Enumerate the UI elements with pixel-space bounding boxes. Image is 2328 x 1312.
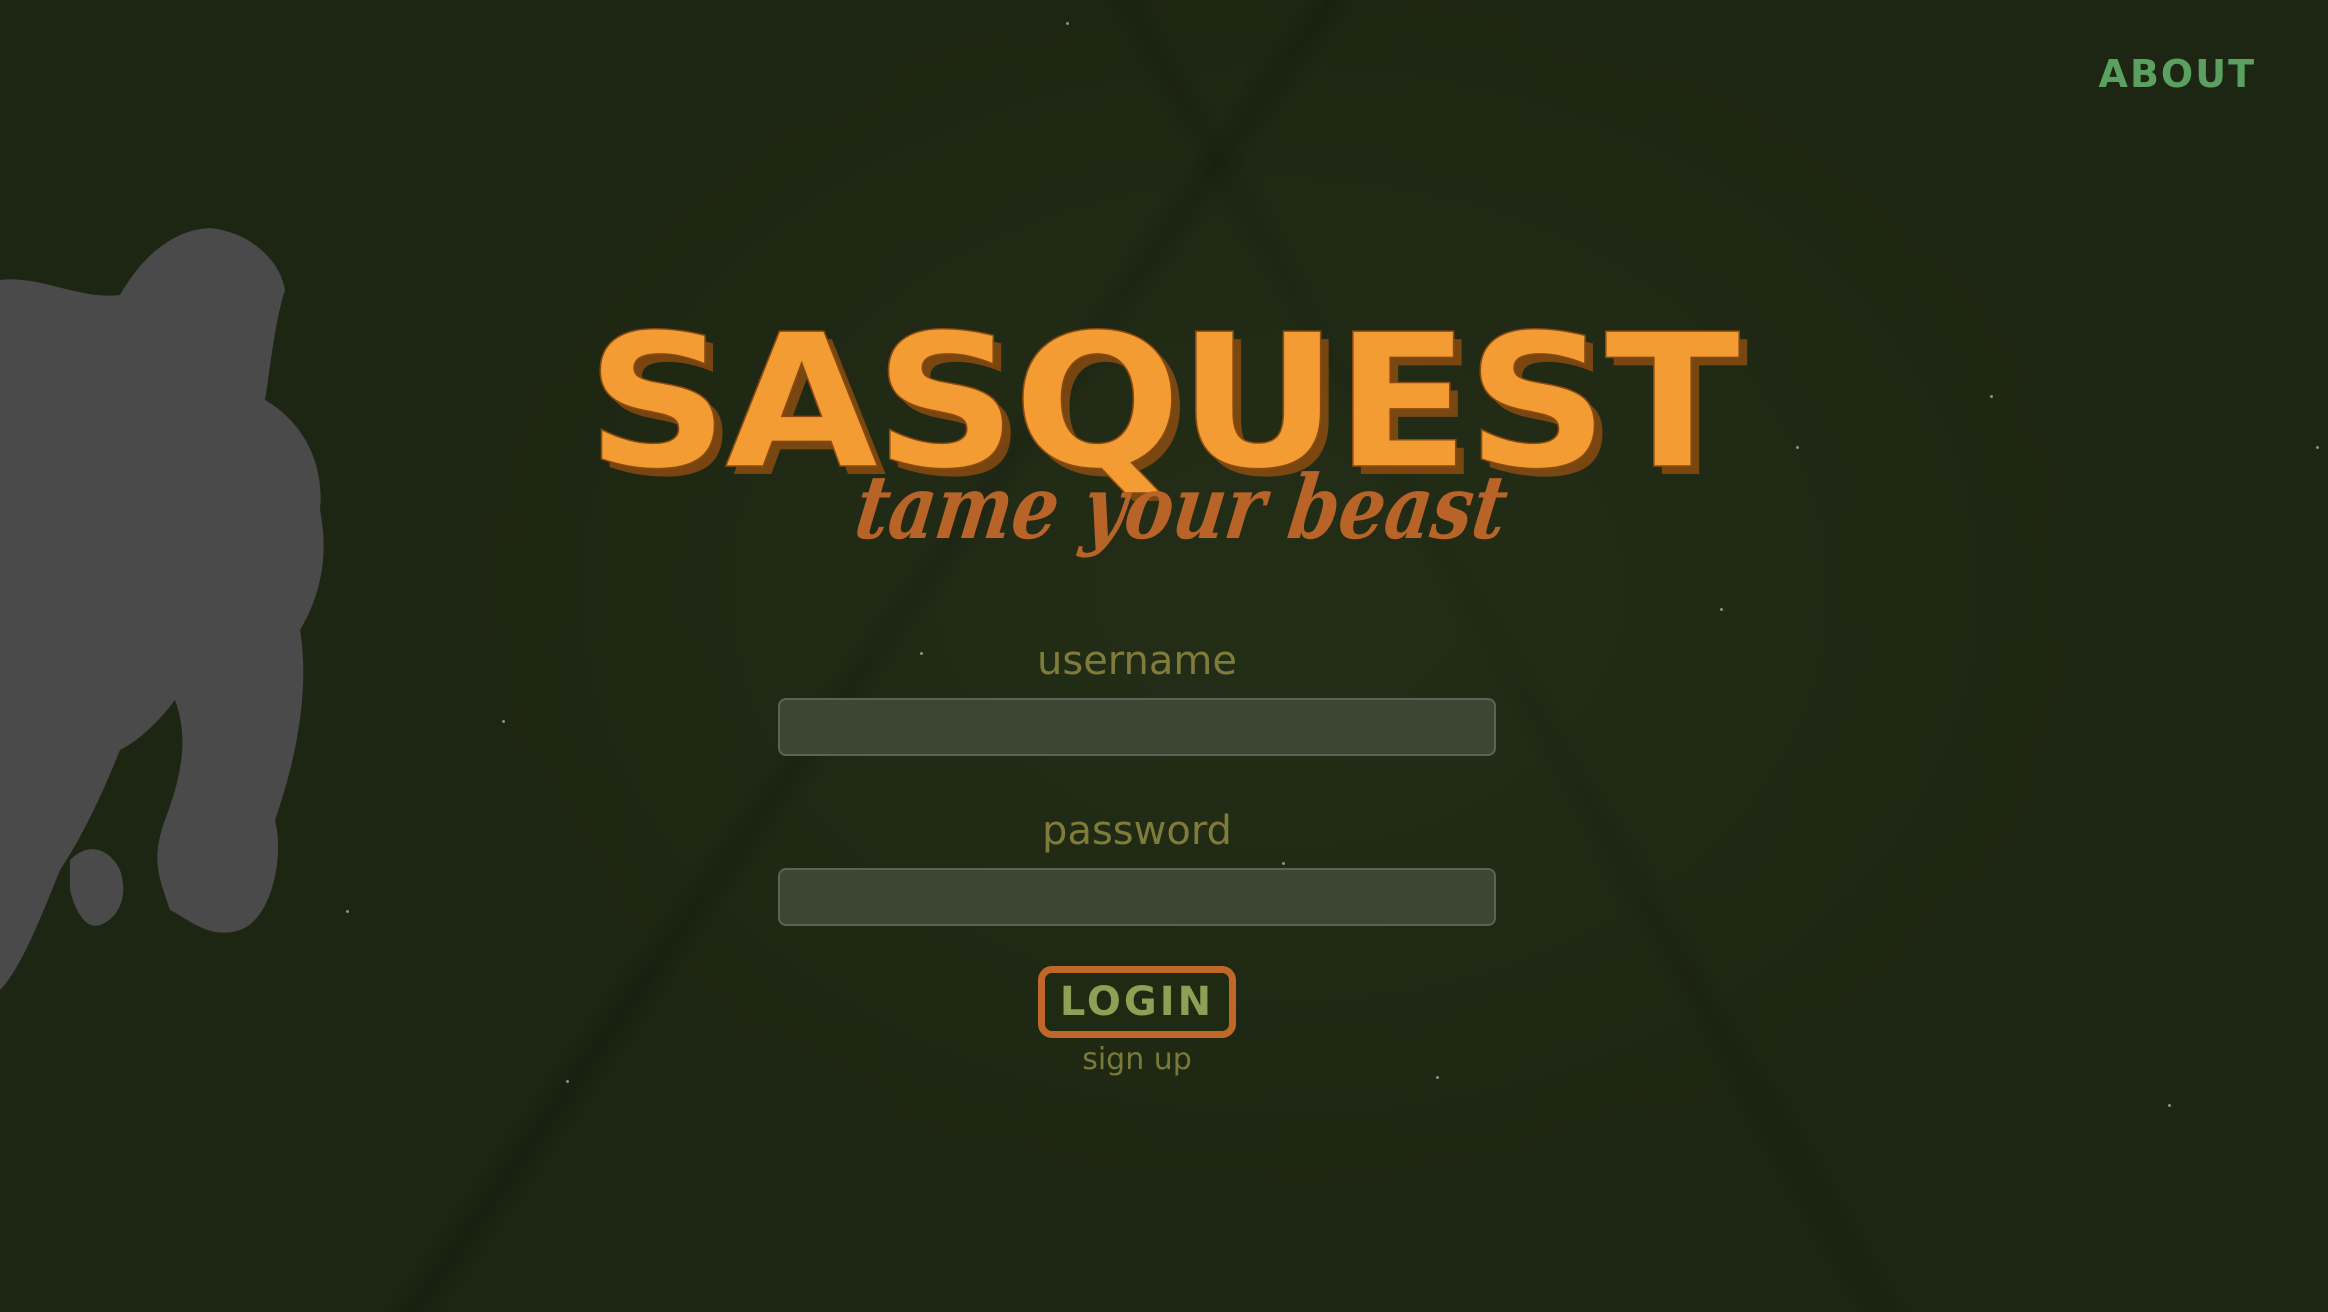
speck xyxy=(2168,1104,2171,1107)
speck xyxy=(346,910,349,913)
username-group: username xyxy=(778,636,1496,756)
password-input[interactable] xyxy=(778,868,1496,926)
speck xyxy=(566,1080,569,1083)
speck xyxy=(1990,395,1993,398)
speck xyxy=(2316,446,2319,449)
signup-link[interactable]: sign up xyxy=(778,1042,1496,1077)
speck xyxy=(1796,446,1799,449)
about-link[interactable]: ABOUT xyxy=(2099,52,2256,96)
speck xyxy=(1066,22,1069,25)
password-label: password xyxy=(1042,808,1232,854)
logo-artwork: SASQUEST SASQUEST tame your beast xyxy=(585,293,1752,559)
username-label: username xyxy=(1037,638,1237,684)
bigfoot-silhouette-icon xyxy=(0,228,324,990)
logo: SASQUEST SASQUEST tame your beast xyxy=(580,270,1752,600)
login-button[interactable]: LOGIN xyxy=(1038,966,1236,1038)
username-input[interactable] xyxy=(778,698,1496,756)
login-form: username password LOGIN sign up xyxy=(778,636,1496,1077)
logo-tagline: tame your beast xyxy=(849,455,1514,558)
speck xyxy=(502,720,505,723)
password-group: password xyxy=(778,806,1496,926)
speck xyxy=(1720,608,1723,611)
